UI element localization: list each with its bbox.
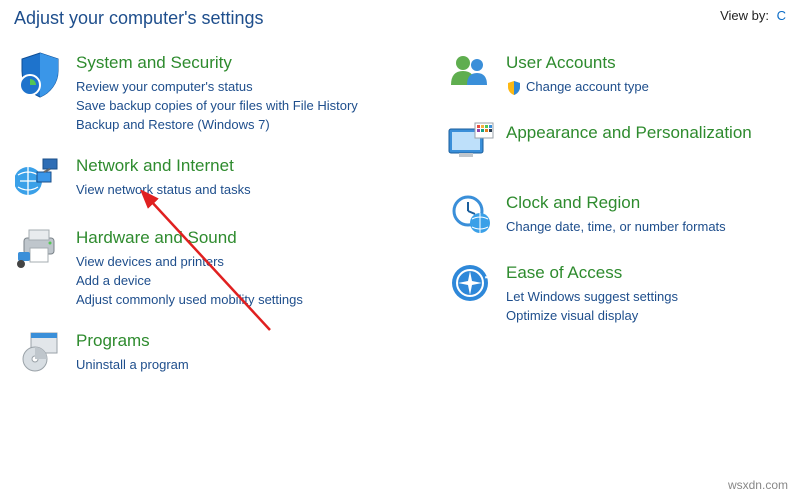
link-view-devices[interactable]: View devices and printers bbox=[76, 252, 303, 271]
shield-system-icon bbox=[14, 51, 66, 103]
appearance-icon bbox=[444, 121, 496, 173]
top-bar: Adjust your computer's settings View by:… bbox=[0, 0, 800, 51]
user-accounts-icon bbox=[444, 51, 496, 103]
title-system-security[interactable]: System and Security bbox=[76, 53, 232, 72]
link-change-account-type-text: Change account type bbox=[526, 79, 649, 94]
title-user-accounts[interactable]: User Accounts bbox=[506, 53, 616, 72]
title-programs[interactable]: Programs bbox=[76, 331, 150, 350]
category-ease-of-access: Ease of Access Let Windows suggest setti… bbox=[444, 261, 774, 325]
category-user-accounts: User Accounts Change account type bbox=[444, 51, 774, 103]
link-backup-restore[interactable]: Backup and Restore (Windows 7) bbox=[76, 115, 358, 134]
link-file-history[interactable]: Save backup copies of your files with Fi… bbox=[76, 96, 358, 115]
title-ease-of-access[interactable]: Ease of Access bbox=[506, 263, 622, 282]
title-clock[interactable]: Clock and Region bbox=[506, 193, 640, 212]
shield-icon bbox=[506, 80, 522, 96]
link-add-device[interactable]: Add a device bbox=[76, 271, 303, 290]
title-hardware[interactable]: Hardware and Sound bbox=[76, 228, 237, 247]
left-column: System and Security Review your computer… bbox=[14, 51, 444, 401]
link-view-network-status[interactable]: View network status and tasks bbox=[76, 180, 251, 199]
link-optimize-display[interactable]: Optimize visual display bbox=[506, 306, 678, 325]
view-by-select[interactable]: C bbox=[777, 8, 786, 23]
printer-icon bbox=[14, 226, 66, 278]
category-appearance: Appearance and Personalization bbox=[444, 121, 774, 173]
link-uninstall[interactable]: Uninstall a program bbox=[76, 355, 189, 374]
category-clock: Clock and Region Change date, time, or n… bbox=[444, 191, 774, 243]
title-appearance[interactable]: Appearance and Personalization bbox=[506, 123, 752, 142]
right-column: User Accounts Change account type Appear… bbox=[444, 51, 774, 401]
link-suggest-settings[interactable]: Let Windows suggest settings bbox=[506, 287, 678, 306]
title-network[interactable]: Network and Internet bbox=[76, 156, 234, 175]
programs-disc-icon bbox=[14, 329, 66, 381]
view-by: View by: C bbox=[720, 8, 786, 29]
category-network: Network and Internet View network status… bbox=[14, 154, 444, 206]
category-programs: Programs Uninstall a program bbox=[14, 329, 444, 381]
category-hardware: Hardware and Sound View devices and prin… bbox=[14, 226, 444, 309]
watermark: wsxdn.com bbox=[728, 478, 788, 492]
link-change-account-type[interactable]: Change account type bbox=[506, 77, 649, 96]
network-globe-icon bbox=[14, 154, 66, 206]
ease-of-access-icon bbox=[444, 261, 496, 313]
link-mobility[interactable]: Adjust commonly used mobility settings bbox=[76, 290, 303, 309]
clock-icon bbox=[444, 191, 496, 243]
link-review-status[interactable]: Review your computer's status bbox=[76, 77, 358, 96]
link-change-date-time[interactable]: Change date, time, or number formats bbox=[506, 217, 726, 236]
view-by-label: View by: bbox=[720, 8, 769, 23]
page-title: Adjust your computer's settings bbox=[14, 8, 264, 29]
category-system-security: System and Security Review your computer… bbox=[14, 51, 444, 134]
